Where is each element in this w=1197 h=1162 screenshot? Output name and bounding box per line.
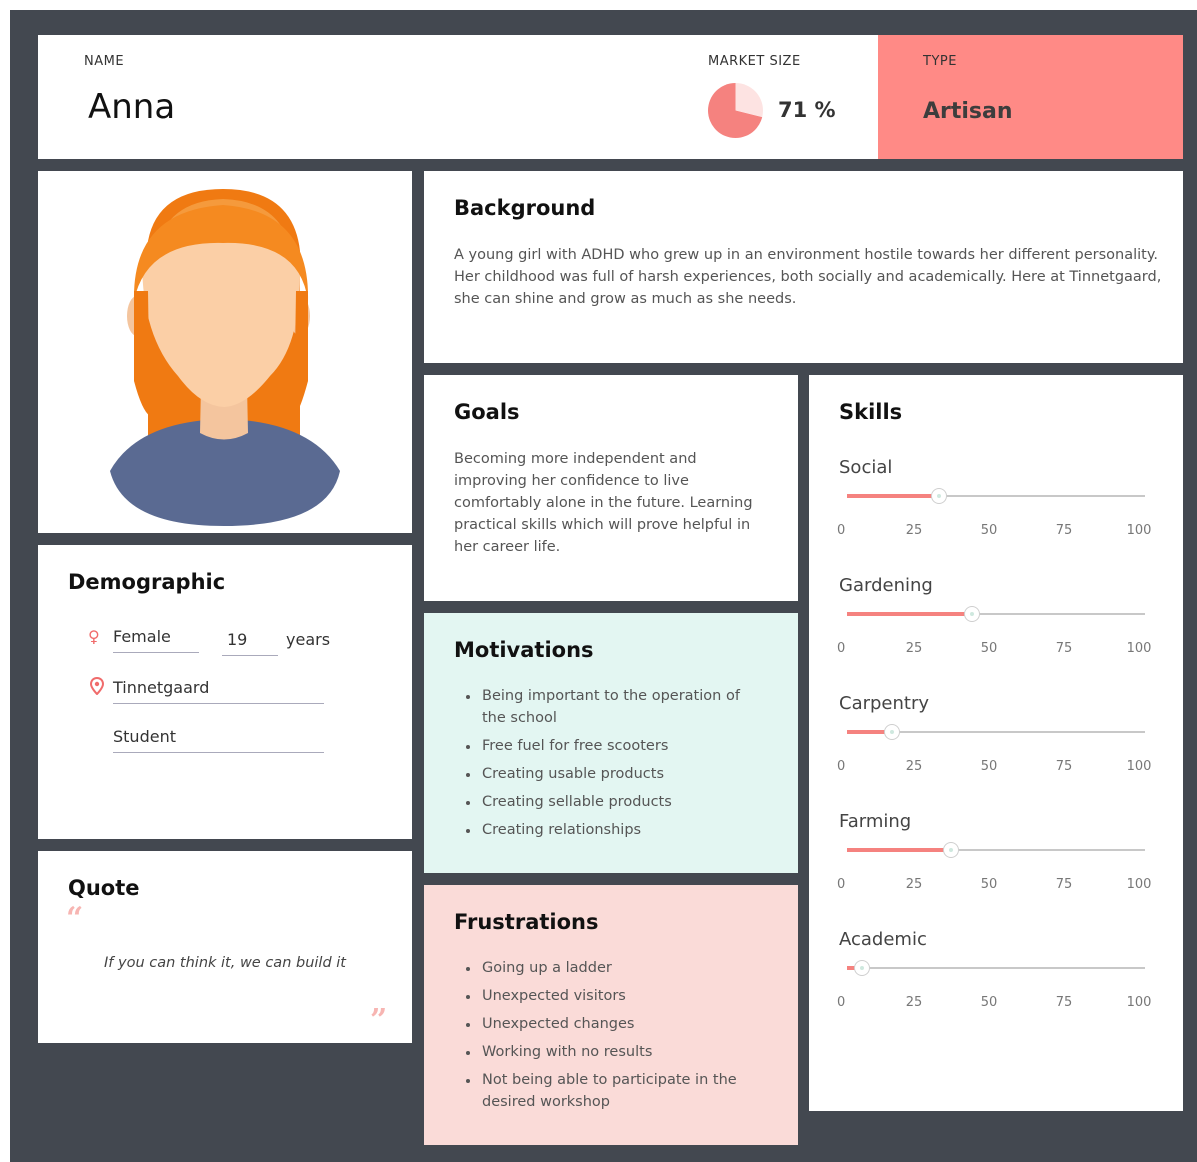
skill-tick-label: 100 bbox=[1126, 759, 1152, 774]
motivations-list: Being important to the operation of the … bbox=[464, 685, 764, 847]
frustration-item: Working with no results bbox=[464, 1041, 764, 1063]
skill-slider-handle[interactable] bbox=[883, 724, 900, 740]
skill-social: Social 0 25 50 75 100 bbox=[809, 457, 1183, 575]
goals-card: Goals Becoming more independent and impr… bbox=[424, 375, 798, 601]
skill-slider[interactable] bbox=[847, 488, 1145, 504]
goals-text: Becoming more independent and improving … bbox=[454, 451, 753, 555]
skill-tick-label: 0 bbox=[837, 995, 846, 1010]
skill-slider-fill bbox=[847, 494, 940, 498]
motivations-card: Motivations Being important to the opera… bbox=[424, 613, 798, 873]
skill-tick-label: 25 bbox=[905, 641, 923, 656]
skill-tick-label: 100 bbox=[1126, 641, 1152, 656]
skill-tick-label: 75 bbox=[1055, 641, 1073, 656]
skill-tick-label: 100 bbox=[1126, 877, 1152, 892]
skills-card: Skills Social 0 25 50 75 100 Gardening 0 25 50 75 1… bbox=[809, 375, 1183, 1111]
quote-title: Quote bbox=[68, 876, 140, 900]
skill-label: Academic bbox=[839, 929, 927, 950]
skill-academic: Academic 0 25 50 75 100 bbox=[809, 929, 1183, 1047]
motivations-title: Motivations bbox=[454, 638, 594, 662]
skill-tick-label: 75 bbox=[1055, 523, 1073, 538]
skill-tick-label: 0 bbox=[837, 523, 846, 538]
skill-tick-label: 75 bbox=[1055, 995, 1073, 1010]
background-card: Background A young girl with ADHD who gr… bbox=[424, 171, 1183, 363]
frustration-item: Unexpected visitors bbox=[464, 985, 764, 1007]
skill-label: Gardening bbox=[839, 575, 933, 596]
frustration-item: Not being able to participate in the des… bbox=[464, 1069, 764, 1113]
skill-tick-label: 50 bbox=[980, 877, 998, 892]
skill-tick-label: 25 bbox=[905, 995, 923, 1010]
skill-slider[interactable] bbox=[847, 960, 1145, 976]
skill-tick-label: 75 bbox=[1055, 877, 1073, 892]
occupation-field[interactable]: Student bbox=[113, 727, 324, 753]
motivation-item: Creating sellable products bbox=[464, 791, 764, 813]
header-name-panel: NAME Anna MARKET SIZE 71 % bbox=[38, 35, 878, 159]
motivation-item: Creating usable products bbox=[464, 763, 764, 785]
skill-slider-fill bbox=[847, 848, 952, 852]
open-quote-icon: “ bbox=[66, 901, 84, 936]
background-text: A young girl with ADHD who grew up in an… bbox=[454, 247, 1162, 307]
skill-gardening: Gardening 0 25 50 75 100 bbox=[809, 575, 1183, 693]
skill-label: Carpentry bbox=[839, 693, 930, 714]
skill-slider-handle[interactable] bbox=[931, 488, 948, 504]
avatar-card bbox=[38, 171, 412, 533]
skill-slider-fill bbox=[847, 612, 973, 616]
skill-slider-handle[interactable] bbox=[943, 842, 960, 858]
gender-field[interactable]: Female bbox=[113, 627, 199, 653]
market-size-pie bbox=[708, 83, 763, 138]
demographic-title: Demographic bbox=[68, 570, 226, 594]
close-quote-icon: ” bbox=[370, 1003, 388, 1038]
avatar bbox=[110, 189, 340, 526]
location-pin-icon bbox=[89, 676, 105, 699]
skill-tick-label: 0 bbox=[837, 759, 846, 774]
persona-type: Artisan bbox=[923, 99, 1013, 124]
age-unit-label: years bbox=[286, 630, 331, 649]
skill-tick-label: 50 bbox=[980, 523, 998, 538]
frustration-item: Going up a ladder bbox=[464, 957, 764, 979]
skill-tick-label: 100 bbox=[1126, 523, 1152, 538]
skill-slider-handle[interactable] bbox=[853, 960, 870, 976]
location-field[interactable]: Tinnetgaard bbox=[113, 678, 324, 704]
skill-slider[interactable] bbox=[847, 724, 1145, 740]
market-size-value: 71 % bbox=[778, 98, 836, 122]
skill-tick-label: 0 bbox=[837, 641, 846, 656]
name-label: NAME bbox=[84, 54, 125, 69]
skill-label: Farming bbox=[839, 811, 912, 832]
type-label: TYPE bbox=[923, 54, 957, 69]
skill-label: Social bbox=[839, 457, 893, 478]
frustration-item: Unexpected changes bbox=[464, 1013, 764, 1035]
quote-card: Quote “ If you can think it, we can buil… bbox=[38, 851, 412, 1043]
frustrations-card: Frustrations Going up a ladder Unexpected… bbox=[424, 885, 798, 1145]
header-type-panel: TYPE Artisan bbox=[878, 35, 1183, 159]
female-icon: ♀ bbox=[88, 627, 100, 646]
motivation-item: Free fuel for free scooters bbox=[464, 735, 764, 757]
skill-slider[interactable] bbox=[847, 606, 1145, 622]
skill-tick-label: 25 bbox=[905, 759, 923, 774]
background-title: Background bbox=[454, 196, 596, 220]
skill-slider-handle[interactable] bbox=[964, 606, 981, 622]
skill-tick-label: 0 bbox=[837, 877, 846, 892]
skill-tick-label: 50 bbox=[980, 641, 998, 656]
persona-name: Anna bbox=[88, 87, 176, 127]
goals-title: Goals bbox=[454, 400, 520, 424]
skill-tick-label: 50 bbox=[980, 995, 998, 1010]
age-field[interactable]: 19 bbox=[222, 630, 278, 656]
skills-title: Skills bbox=[839, 400, 903, 424]
frustrations-list: Going up a ladder Unexpected visitors Unex… bbox=[464, 957, 764, 1119]
skill-carpentry: Carpentry 0 25 50 75 100 bbox=[809, 693, 1183, 811]
motivation-item: Creating relationships bbox=[464, 819, 764, 841]
market-size-label: MARKET SIZE bbox=[708, 54, 801, 69]
skill-tick-label: 25 bbox=[905, 877, 923, 892]
skill-slider[interactable] bbox=[847, 842, 1145, 858]
frustrations-title: Frustrations bbox=[454, 910, 599, 934]
skill-tick-label: 100 bbox=[1126, 995, 1152, 1010]
demographic-card: Demographic ♀ Female 19 years Tinnetgaar… bbox=[38, 545, 412, 839]
skill-tick-label: 25 bbox=[905, 523, 923, 538]
skill-farming: Farming 0 25 50 75 100 bbox=[809, 811, 1183, 929]
motivation-item: Being important to the operation of the … bbox=[464, 685, 764, 729]
quote-text: If you can think it, we can build it bbox=[104, 955, 346, 971]
skill-tick-label: 75 bbox=[1055, 759, 1073, 774]
skill-tick-label: 50 bbox=[980, 759, 998, 774]
